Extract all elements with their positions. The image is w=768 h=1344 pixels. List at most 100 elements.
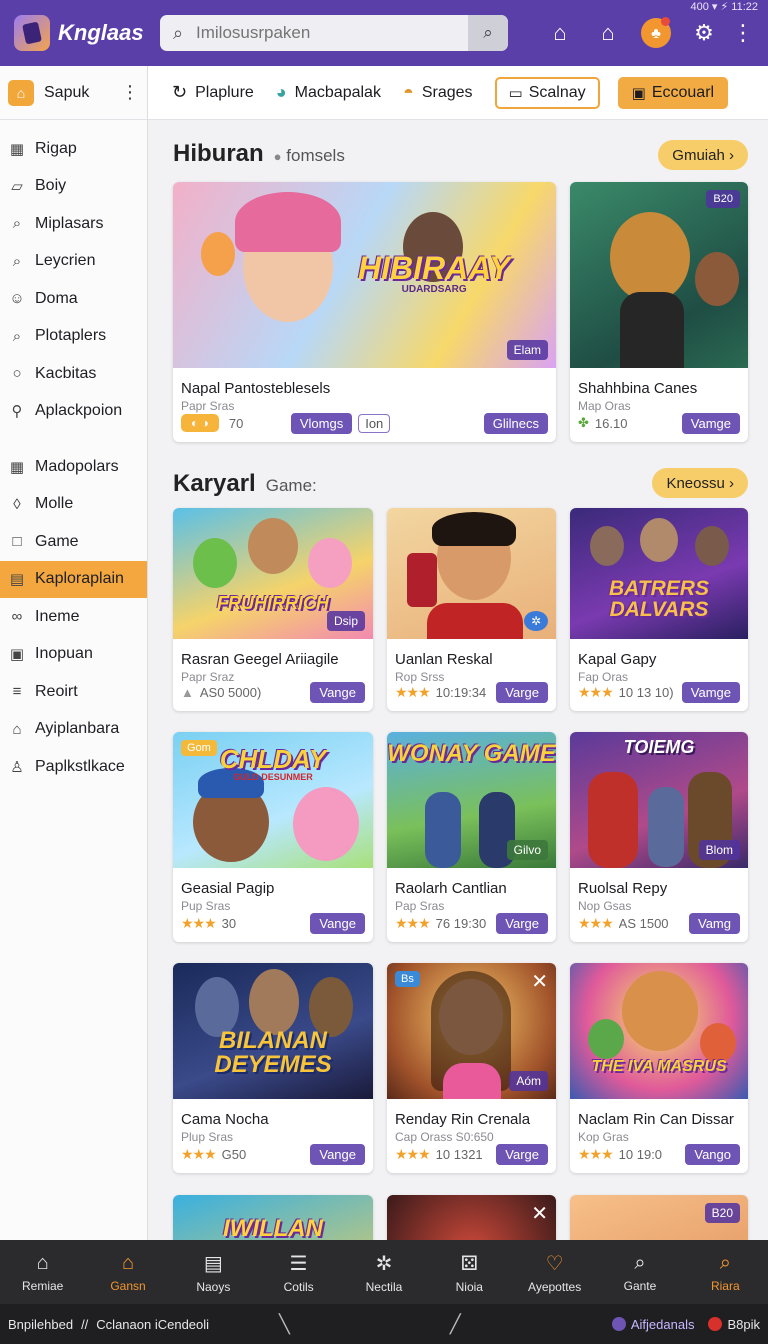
sidebar-item[interactable]: ⌕ Leycrien	[0, 243, 147, 281]
game-card-featured[interactable]: HIBIRAAY UDARDSARG Elam Napal Pantostebl…	[173, 182, 556, 442]
sidebar-item[interactable]: ⌕ Plotaplers	[0, 318, 147, 356]
sidebar-group-2: ▦ Madopolars ◊ Molle □ Game ▤ Kaploraplain ∞…	[0, 448, 147, 786]
see-more-label: Gmuiah	[672, 146, 725, 164]
rating-stars-icon: ★★★	[395, 914, 431, 931]
category-tab[interactable]: ◓ Srages	[403, 82, 473, 103]
bottom-nav-item[interactable]: ⌂ Remiae	[0, 1240, 85, 1304]
see-more-button[interactable]: Gmuiah ›	[658, 140, 748, 170]
chevron-right-icon: ›	[729, 146, 734, 164]
game-thumbnail: TOIEMG Blom	[570, 732, 748, 868]
sidebar-item[interactable]: ▦ Madopolars	[0, 448, 147, 486]
see-more-button[interactable]: Kneossu ›	[652, 468, 748, 498]
game-card[interactable]: THE IVA MASRUS Naclam Rin Can Dissar Kop…	[570, 963, 748, 1173]
bottom-nav: ⌂ Remiae ⌂ Gansn ▤ Naoys ☰ Cotils ✲ Nectila ⚄…	[0, 1240, 768, 1304]
game-card[interactable]: WONAY GAME Gilvo Raolarh Cantlian Pap Sr…	[387, 732, 556, 942]
game-card[interactable]: ✲ Uanlan Reskal Rop Srss ★★★ 10:19:34 Va…	[387, 508, 556, 711]
square-icon: □	[12, 533, 22, 551]
thumbnail-title: BATRERS DALVARS	[609, 577, 709, 621]
link-icon: ∞	[11, 608, 23, 626]
sidebar-item[interactable]: □ Game	[0, 523, 147, 561]
game-card-partial[interactable]: IWILLAN	[173, 1195, 373, 1240]
category-button-filled[interactable]: ▣ Eccouarl	[617, 76, 729, 109]
play-button[interactable]: Vlomgs	[290, 412, 353, 434]
category-tab[interactable]: ↻ Plaplure	[172, 82, 254, 103]
sidebar-item[interactable]: ▣ Inopuan	[0, 636, 147, 674]
bottom-nav-item-active[interactable]: ⌂ Gansn	[85, 1240, 170, 1304]
game-card[interactable]: BATRERS DALVARS Kapal Gapy Fap Oras ★★★ …	[570, 508, 748, 711]
bottom-nav-item[interactable]: ⌕ Riara	[683, 1240, 768, 1304]
game-card[interactable]: CHLDAY GULD DESUNMER Gom Geasial Pagip P…	[173, 732, 373, 942]
more-menu-icon[interactable]: ⋮	[728, 13, 758, 53]
play-button[interactable]: Vange	[310, 912, 365, 934]
play-button[interactable]: Vango	[685, 1143, 740, 1165]
sidebar-item[interactable]: ∞ Ineme	[0, 598, 147, 636]
thumbnail-tag: Bs	[395, 971, 420, 987]
search-input[interactable]	[196, 23, 468, 43]
play-button[interactable]: Varge	[496, 681, 548, 703]
category-tab[interactable]: ◕ Macbapalak	[276, 82, 381, 103]
sidebar-item[interactable]: ⌕ Miplasars	[0, 205, 147, 243]
play-button[interactable]: Varge	[496, 912, 548, 934]
bottom-nav-item[interactable]: ☰ Cotils	[256, 1240, 341, 1304]
bottom-nav-item[interactable]: ✲ Nectila	[341, 1240, 426, 1304]
face-icon: ☺	[9, 290, 25, 308]
sidebar-item[interactable]: ◊ Molle	[0, 486, 147, 524]
sidebar-item[interactable]: ⌂ Ayiplanbara	[0, 711, 147, 749]
bottom-nav-label: Riara	[710, 1278, 740, 1293]
character-figure	[648, 787, 684, 867]
system-bar-text: Bnpilehbed	[8, 1316, 74, 1332]
sidebar-item[interactable]: ♙ Paplkstlkace	[0, 748, 147, 786]
play-button[interactable]: Vange	[310, 1143, 365, 1165]
play-button[interactable]: Vange	[310, 681, 365, 703]
system-chip[interactable]: B8pik	[708, 1317, 760, 1332]
sidebar-item[interactable]: ▦ Rigap	[0, 130, 147, 168]
category-button-outline[interactable]: ▭ Scalnay	[494, 76, 600, 109]
card-footer: ★★★ 76 19:30 Varge	[395, 912, 548, 934]
online-button[interactable]: Glilnecs	[483, 412, 548, 434]
game-card-partial[interactable]: B20	[570, 1195, 748, 1240]
thumbnail-tag: B20	[704, 1203, 740, 1223]
key-icon: ⚲	[11, 403, 23, 421]
sidebar-item[interactable]: ☺ Doma	[0, 280, 147, 318]
image-icon: ▣	[9, 646, 25, 664]
bottom-nav-item[interactable]: ⌕ Gante	[597, 1240, 682, 1304]
sidebar-item[interactable]: ○ Kacbitas	[0, 355, 147, 393]
close-icon[interactable]: ✕	[531, 1201, 548, 1226]
game-card[interactable]: B20 Shahhbina Canes Map Oras ✤ 16.10 Vam…	[570, 182, 748, 442]
bottom-nav-item[interactable]: ▤ Naoys	[171, 1240, 256, 1304]
play-button[interactable]: Varge	[496, 1143, 548, 1165]
home-icon[interactable]: ⌂	[584, 13, 632, 53]
bottom-nav-item[interactable]: ⚄ Nioia	[427, 1240, 512, 1304]
sidebar-item-active[interactable]: ▤ Kaploraplain	[0, 560, 147, 598]
play-button[interactable]: Vamge	[681, 412, 740, 434]
game-title: Kapal Gapy	[578, 651, 657, 668]
inbox-icon[interactable]: ⌂	[536, 13, 584, 53]
rating-stars-icon: ★★★	[181, 1145, 217, 1162]
gear-icon[interactable]: ⚙	[680, 13, 728, 53]
sidebar-item[interactable]: ≡ Reoirt	[0, 673, 147, 711]
app-logo[interactable]: Knglaas	[14, 15, 154, 51]
game-card[interactable]: TOIEMG Blom Ruolsal Repy Nop Gsas ★★★ AS…	[570, 732, 748, 942]
game-card[interactable]: BILANAN DEYEMES Cama Nocha Plup Sras ★★★…	[173, 963, 373, 1173]
system-chip[interactable]: Aifjedanals	[611, 1317, 694, 1332]
game-thumbnail: ✕	[387, 1195, 556, 1240]
more-vertical-icon[interactable]: ⋮	[121, 82, 139, 103]
play-button[interactable]: Vamg	[689, 912, 740, 934]
main-content: Hiburan ● fomsels Gmuiah › HIBIRAAY UDAR…	[148, 120, 768, 1240]
sidebar-item[interactable]: ▱ Boiy	[0, 168, 147, 206]
bottom-nav-item[interactable]: ♡ Ayepottes	[512, 1240, 597, 1304]
sidebar-header[interactable]: ⌂ Sapuk ⋮	[0, 66, 147, 120]
play-button[interactable]: Vamge	[681, 681, 740, 703]
chat-bubble-icon: ◕	[275, 82, 287, 102]
game-card-partial[interactable]: ✕	[387, 1195, 556, 1240]
notification-button[interactable]: ♣	[632, 13, 680, 53]
game-card[interactable]: FRUHIRRICH Dsip Rasran Geegel Ariiagile …	[173, 508, 373, 711]
app-dot-icon	[708, 1317, 723, 1331]
game-card[interactable]: Bs ✕ Aóm Renday Rin Crenala Cap Orass S0…	[387, 963, 556, 1173]
bottom-nav-label: Gansn	[110, 1278, 146, 1293]
search-submit-button[interactable]: ⌕	[468, 15, 508, 51]
character-figure	[700, 1023, 736, 1063]
sidebar-item[interactable]: ⚲ Aplackpoion	[0, 393, 147, 431]
close-icon[interactable]: ✕	[531, 969, 548, 994]
info-button[interactable]: Ion	[358, 413, 391, 433]
